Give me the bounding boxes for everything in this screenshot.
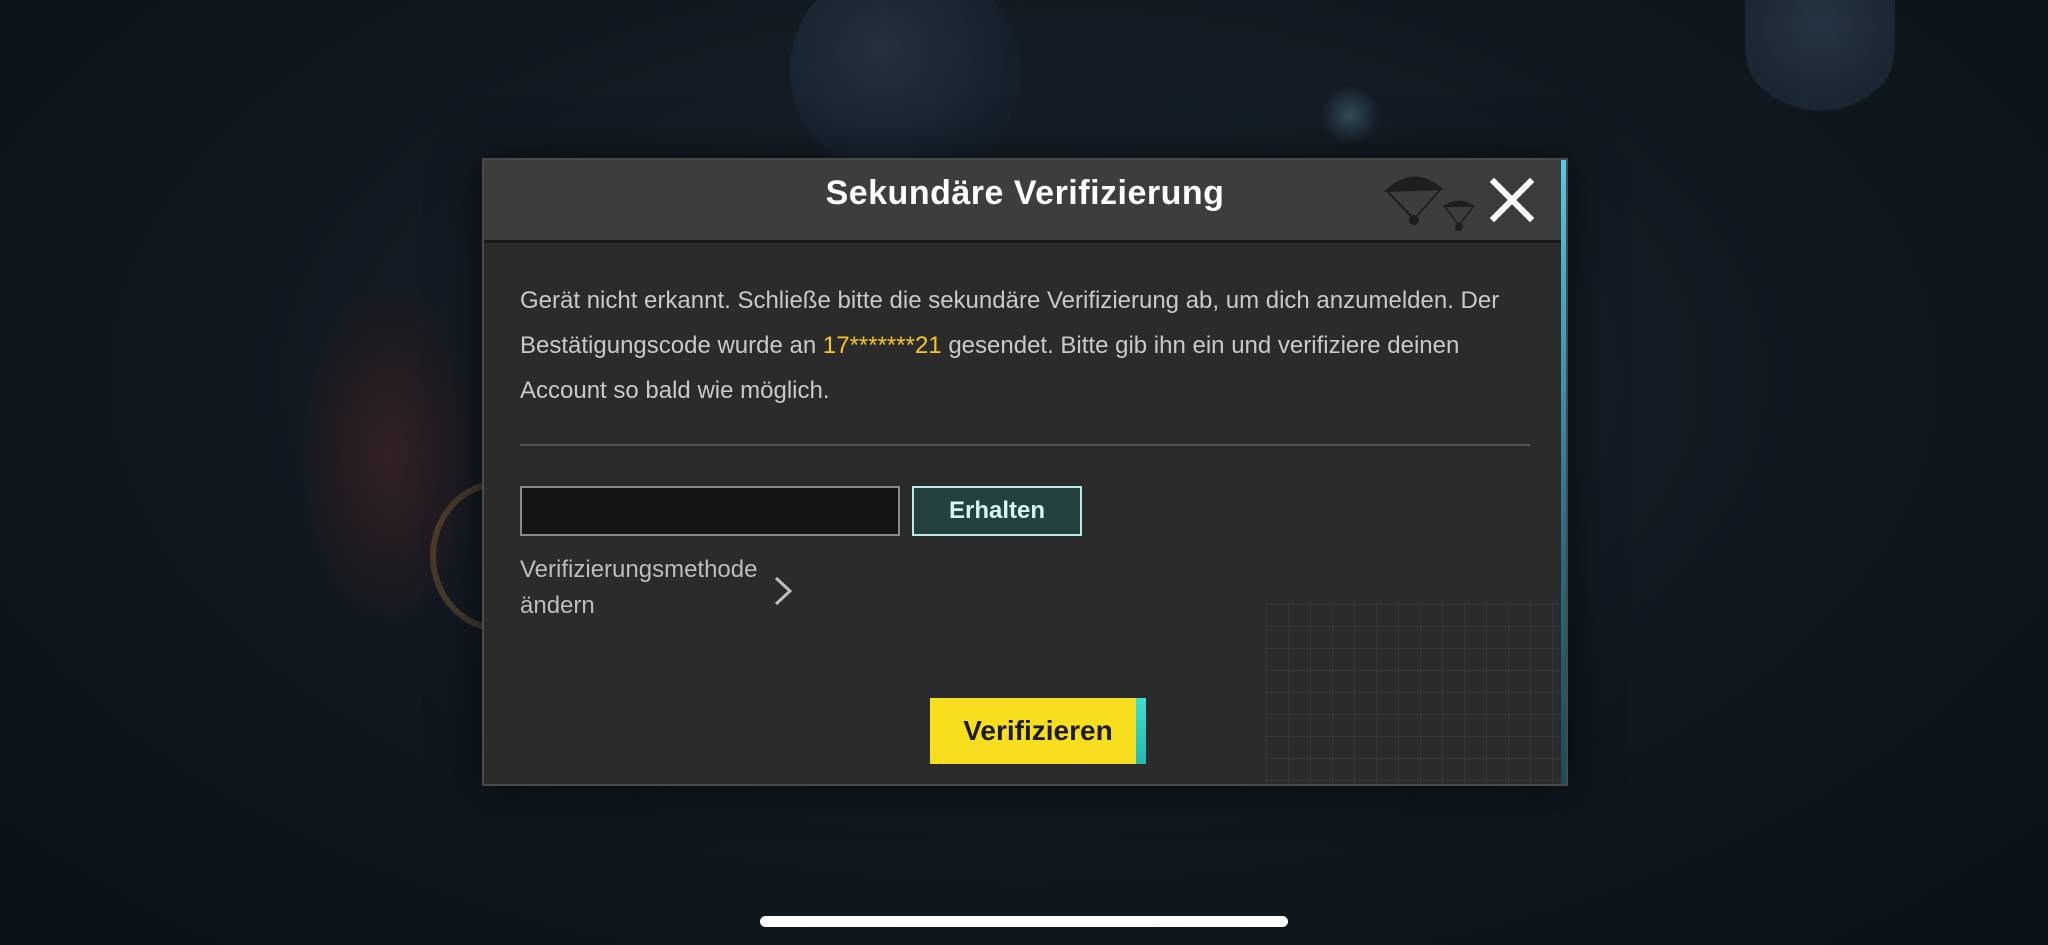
dialog-header: Sekundäre Verifizierung (484, 160, 1566, 243)
background-drone (1320, 85, 1380, 145)
close-icon (1489, 177, 1535, 223)
change-verification-method-link[interactable]: Verifizierungsmethode ändern (520, 552, 793, 632)
verification-message: Gerät nicht erkannt. Schließe bitte die … (520, 278, 1530, 413)
get-code-button[interactable]: Erhalten (912, 486, 1082, 536)
divider (520, 444, 1530, 446)
home-indicator[interactable] (760, 916, 1288, 927)
map-grid-decoration (1266, 604, 1566, 784)
background-planet (790, 0, 1020, 180)
verify-button[interactable]: Verifizieren (930, 698, 1146, 764)
close-button[interactable] (1484, 172, 1540, 228)
chevron-right-icon (774, 576, 793, 606)
verification-dialog: Sekundäre Verifizierung Gerät nicht erka… (482, 158, 1568, 786)
change-method-label: Verifizierungsmethode ändern (520, 556, 758, 619)
verification-code-input[interactable] (520, 486, 900, 536)
masked-phone-number: 17*******21 (822, 332, 942, 359)
background-moon (1745, 0, 1895, 120)
